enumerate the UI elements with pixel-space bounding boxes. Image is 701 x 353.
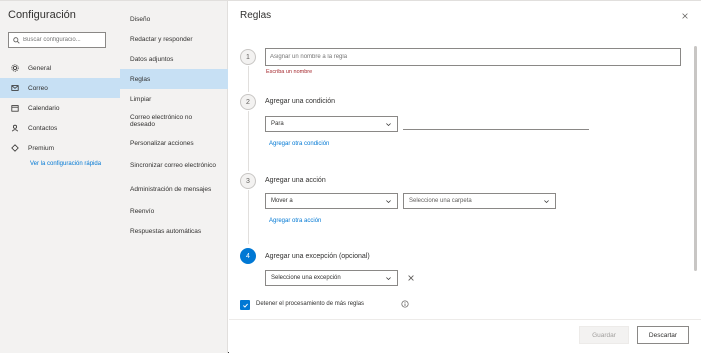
chevron-down-icon (386, 199, 391, 203)
nav-item-label: General (28, 64, 52, 72)
rule-name-field[interactable] (265, 48, 681, 66)
subnav-item-message-handling[interactable]: Administración de mensajes (120, 177, 228, 201)
nav-item-mail[interactable]: Correo (0, 78, 120, 98)
action-select-value: Mover a (271, 198, 293, 204)
subnav-item-junk[interactable]: Correo electrónico no deseado (120, 109, 228, 133)
search-box[interactable] (8, 32, 106, 48)
exception-select[interactable]: Seleccione una excepción (265, 270, 398, 286)
exception-select-value: Seleccione una excepción (271, 275, 341, 281)
step-3-badge: 3 (240, 173, 256, 189)
nav-item-general[interactable]: General (0, 58, 120, 78)
nav-item-label: Contactos (28, 124, 58, 132)
nav-item-label: Calendario (28, 104, 60, 112)
rules-panel: Reglas 1 Escriba un nombre 2 Agregar una… (229, 1, 701, 353)
checkmark-icon (242, 303, 248, 308)
subnav-item-forwarding[interactable]: Reenvío (120, 201, 228, 221)
subnav-item-actions[interactable]: Personalizar acciones (120, 133, 228, 153)
save-button[interactable]: Guardar (579, 326, 629, 344)
calendar-icon (10, 103, 20, 113)
stop-processing-checkbox[interactable] (240, 300, 250, 310)
remove-exception-icon[interactable] (407, 274, 415, 282)
nav-item-calendar[interactable]: Calendario (0, 98, 120, 118)
condition-select[interactable]: Para (265, 116, 398, 132)
quick-settings-link[interactable]: Ver la configuración rápida (30, 160, 110, 168)
search-icon (13, 36, 20, 44)
rule-name-input[interactable] (270, 54, 680, 60)
settings-sub-nav: Diseño Redactar y responder Datos adjunt… (120, 1, 228, 353)
condition-select-value: Para (271, 121, 284, 127)
scrollbar[interactable] (694, 46, 697, 271)
subnav-item-layout[interactable]: Diseño (120, 9, 228, 29)
step-1-badge: 1 (240, 49, 256, 65)
add-condition-link[interactable]: Agregar otra condición (269, 141, 329, 147)
discard-button[interactable]: Descartar (637, 326, 689, 344)
chevron-down-icon (544, 199, 549, 203)
subnav-item-compose[interactable]: Redactar y responder (120, 29, 228, 49)
exception-heading: Agregar una excepción (opcional) (265, 253, 370, 260)
step-connector (248, 111, 249, 171)
nav-item-label: Premium (28, 144, 55, 152)
action-heading: Agregar una acción (265, 177, 326, 184)
step-2-badge: 2 (240, 94, 256, 110)
nav-list: General Correo Calendario Contactos Prem… (0, 58, 120, 168)
step-4-badge: 4 (240, 248, 256, 264)
stop-processing-label: Detener el procesamiento de más reglas (256, 301, 365, 307)
step-connector (248, 66, 249, 92)
rule-name-error: Escriba un nombre (266, 69, 313, 75)
nav-item-contacts[interactable]: Contactos (0, 118, 120, 138)
add-action-link[interactable]: Agregar otra acción (269, 218, 321, 224)
search-input[interactable] (23, 37, 103, 43)
folder-select[interactable]: Seleccione una carpeta (403, 193, 556, 209)
nav-item-label: Correo (28, 84, 48, 92)
settings-left-nav: Configuración General Correo Calendario … (0, 1, 120, 353)
settings-title: Configuración (8, 9, 76, 21)
condition-value-input[interactable] (403, 116, 589, 130)
footer-divider (229, 319, 701, 320)
sub-nav-list: Diseño Redactar y responder Datos adjunt… (120, 9, 228, 241)
gear-icon (10, 63, 20, 73)
action-select[interactable]: Mover a (265, 193, 398, 209)
people-icon (10, 123, 20, 133)
nav-item-premium[interactable]: Premium (0, 138, 120, 158)
page-title: Reglas (240, 10, 272, 21)
subnav-item-auto-replies[interactable]: Respuestas automáticas (120, 221, 228, 241)
folder-select-value: Seleccione una carpeta (409, 198, 472, 204)
subnav-item-rules[interactable]: Reglas (120, 69, 228, 89)
close-icon (682, 13, 688, 19)
diamond-icon (10, 143, 20, 153)
mail-icon (10, 83, 20, 93)
info-icon[interactable] (401, 300, 409, 308)
subnav-item-sync[interactable]: Sincronizar correo electrónico (120, 153, 228, 177)
step-connector (248, 190, 249, 244)
chevron-down-icon (386, 276, 391, 280)
close-button[interactable] (680, 11, 690, 21)
subnav-item-attachments[interactable]: Datos adjuntos (120, 49, 228, 69)
condition-heading: Agregar una condición (265, 98, 336, 105)
subnav-item-sweep[interactable]: Limpiar (120, 89, 228, 109)
settings-window: Configuración General Correo Calendario … (0, 0, 701, 353)
chevron-down-icon (386, 122, 391, 126)
